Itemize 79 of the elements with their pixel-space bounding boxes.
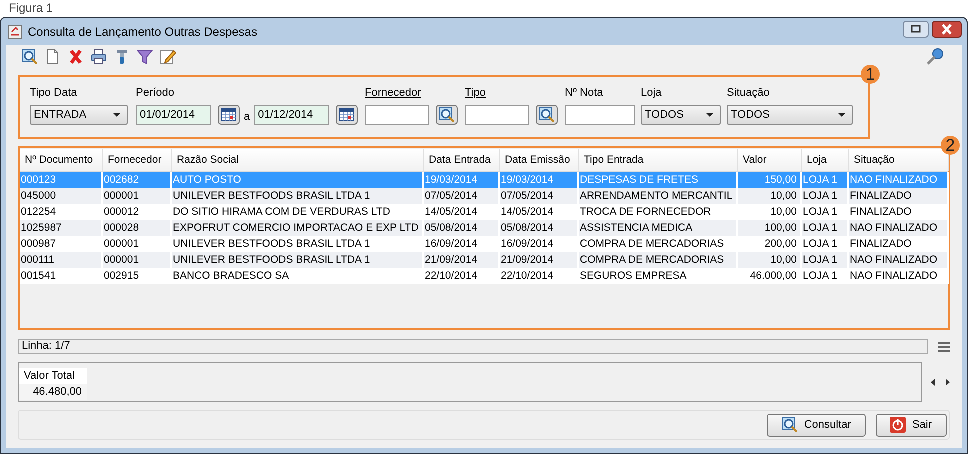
dropdown[interactable]: TODOS bbox=[727, 105, 853, 125]
field-link[interactable]: Fornecedor bbox=[365, 87, 422, 100]
input-field[interactable] bbox=[565, 105, 635, 125]
table-row[interactable]: 045000 000001 UNILEVER BESTFOODS BRASIL LTDA 1 07/05/2014 07/05/2014 ARRENDAMENTO MERCANTIL 10,00 LOJA 1 FINALIZADO bbox=[20, 188, 948, 204]
search-button[interactable]: Consultar bbox=[767, 414, 866, 436]
right-arrow-icon[interactable] bbox=[946, 378, 950, 386]
search-button[interactable] bbox=[536, 105, 558, 125]
printer-icon[interactable] bbox=[91, 49, 107, 65]
calendar-button[interactable] bbox=[336, 105, 358, 125]
column-header[interactable]: Razão Social bbox=[172, 149, 424, 171]
column-header[interactable]: Data Emissão bbox=[500, 149, 579, 171]
column-header[interactable]: Data Entrada bbox=[424, 149, 500, 171]
input-field[interactable] bbox=[365, 105, 429, 125]
column-header[interactable]: Valor bbox=[738, 149, 802, 171]
search-button[interactable] bbox=[436, 105, 458, 125]
dropdown[interactable]: TODOS bbox=[641, 105, 721, 125]
number-badge: 2 bbox=[941, 136, 960, 155]
table-row[interactable]: 000987 000001 UNILEVER BESTFOODS BRASIL LTDA 1 16/09/2014 16/09/2014 COMPRA DE MERCADORIAS 200,00 LOJA 1 FINALIZADO bbox=[20, 236, 948, 252]
table-cell: DESPESAS DE FRETES bbox=[579, 172, 738, 188]
field-label: Nº Nota bbox=[565, 87, 604, 100]
table-row[interactable]: 012254 000012 DO SITIO HIRAMA COM DE VERDURAS LTD 14/05/2014 14/05/2014 TROCA DE FORNECEDOR 10,00 LOJA 1 FINALIZADO bbox=[20, 204, 948, 220]
field-label: Tipo Data bbox=[30, 87, 78, 100]
restore-button[interactable] bbox=[903, 21, 929, 38]
power-icon bbox=[890, 417, 906, 433]
table-row[interactable]: 000111 000001 UNILEVER BESTFOODS BRASIL LTDA 1 21/09/2014 21/09/2014 COMPRA DE MERCADORIAS 10,00 LOJA 1 NAO FINALIZADO bbox=[20, 252, 948, 268]
table-cell: 22/10/2014 bbox=[424, 268, 500, 284]
menu-icon[interactable] bbox=[938, 342, 950, 352]
pencil-icon[interactable] bbox=[160, 49, 176, 65]
figure-caption: Figura 1 bbox=[8, 0, 54, 17]
caret-icon bbox=[706, 113, 714, 117]
number-badge: 1 bbox=[861, 65, 880, 84]
table-cell: 46.000,00 bbox=[738, 268, 802, 284]
table-row[interactable]: 1025987 000028 EXPOFRUT COMERCIO IMPORTACAO E EXP LTD 05/08/2014 05/08/2014 ASSISTENCIA MEDICA 100,00 LOJA 1 NAO FINALIZADO bbox=[20, 220, 948, 236]
input-field[interactable] bbox=[465, 105, 529, 125]
table-cell: NAO FINALIZADO bbox=[849, 268, 949, 284]
status-bar: Linha: 1/7 bbox=[18, 339, 928, 354]
table-cell: 000123 bbox=[20, 172, 103, 188]
field-label: Situação bbox=[727, 87, 770, 100]
delete-icon[interactable] bbox=[68, 49, 84, 65]
table-cell: 19/03/2014 bbox=[500, 172, 579, 188]
calendar-button[interactable] bbox=[218, 105, 240, 125]
table-cell: 001541 bbox=[20, 268, 103, 284]
tool-icon[interactable] bbox=[114, 49, 130, 65]
column-header[interactable]: Loja bbox=[802, 149, 849, 171]
input-field[interactable]: 01/12/2014 bbox=[254, 105, 330, 125]
app-icon bbox=[8, 24, 22, 38]
table-cell: SEGUROS EMPRESA bbox=[579, 268, 738, 284]
dropdown[interactable]: ENTRADA bbox=[30, 105, 128, 125]
field-label: Loja bbox=[641, 87, 662, 100]
table-cell: 19/03/2014 bbox=[424, 172, 500, 188]
table-row[interactable]: 001541 002915 BANCO BRADESCO SA 22/10/2014 22/10/2014 SEGUROS EMPRESA 46.000,00 LOJA 1 NAO FINALIZADO bbox=[20, 268, 948, 284]
window-title: Consulta de Lançamento Outras Despesas bbox=[28, 24, 258, 38]
range-separator: a bbox=[244, 111, 250, 123]
left-arrow-icon[interactable] bbox=[931, 378, 935, 386]
table-cell: AUTO POSTO bbox=[172, 172, 424, 188]
caret-icon bbox=[113, 113, 121, 117]
column-header[interactable]: Tipo Entrada bbox=[579, 149, 738, 171]
field-label: Período bbox=[136, 87, 175, 100]
table-cell: LOJA 1 bbox=[802, 268, 849, 284]
column-header[interactable]: Nº Documento bbox=[20, 149, 103, 171]
field-link[interactable]: Tipo bbox=[465, 87, 486, 100]
table-cell: 002915 bbox=[103, 268, 172, 284]
document-icon[interactable] bbox=[45, 49, 61, 65]
funnel-icon[interactable] bbox=[137, 49, 153, 65]
table-cell: 002682 bbox=[103, 172, 172, 188]
close-button[interactable] bbox=[932, 21, 962, 38]
column-header[interactable]: Fornecedor bbox=[103, 149, 172, 171]
table-cell: BANCO BRADESCO SA bbox=[172, 268, 424, 284]
table-cell: NAO FINALIZADO bbox=[849, 172, 949, 188]
table-cell: 22/10/2014 bbox=[500, 268, 579, 284]
table-cell: LOJA 1 bbox=[802, 172, 849, 188]
search-icon bbox=[782, 417, 798, 433]
input-field[interactable]: 01/01/2014 bbox=[136, 105, 211, 125]
table-cell: 46.480,00 bbox=[19, 384, 87, 400]
table-cell: 150,00 bbox=[738, 172, 802, 188]
search-icon[interactable] bbox=[22, 49, 38, 65]
caret-icon bbox=[838, 113, 846, 117]
exit-button[interactable]: Sair bbox=[876, 414, 947, 436]
column-header: Valor Total bbox=[19, 368, 87, 384]
